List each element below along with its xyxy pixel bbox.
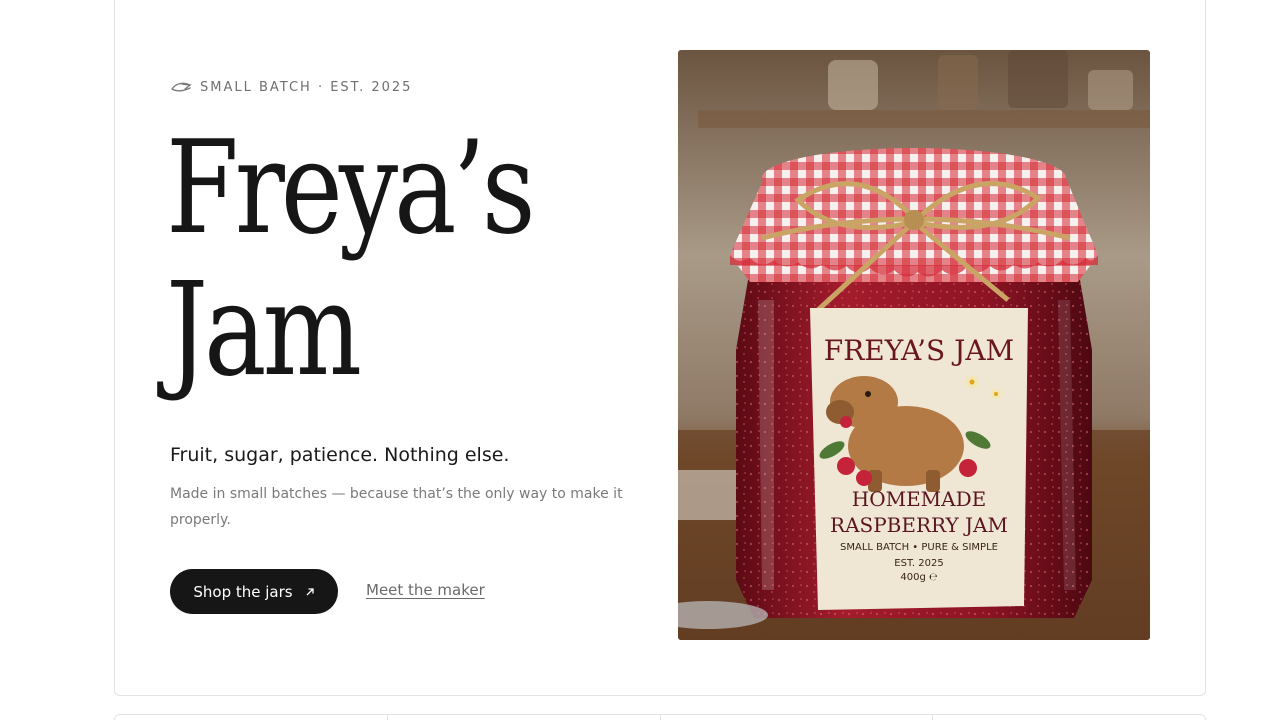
tagline: Fruit, sugar, patience. Nothing else. [170,444,510,466]
label-line-2: RASPBERRY JAM [830,513,1008,537]
title-line-1: Freya’s [166,114,536,263]
feature-cell [661,715,934,720]
feature-strip [114,714,1206,720]
product-photo: FREYA’S JAM HOMEMADE RASPBERRY JAM SMALL… [678,50,1150,640]
label-line-5: 400g ℮ [900,572,937,583]
feature-cell [933,715,1205,720]
description: Made in small batches — because that’s t… [170,486,623,528]
meet-the-maker-link[interactable]: Meet the maker [366,581,485,599]
arrow-up-right-icon [305,587,315,597]
shop-button-label: Shop the jars [193,582,293,601]
label-title: FREYA’S JAM [824,334,1014,367]
feature-cell [115,715,388,720]
eyebrow: SMALL BATCH · EST. 2025 [170,78,412,96]
label-line-3: SMALL BATCH • PURE & SIMPLE [840,542,998,553]
title-line-2: Jam [166,256,362,405]
label-line-4: EST. 2025 [894,558,943,569]
page-title: Freya’s Jam [166,114,536,405]
shop-the-jars-button[interactable]: Shop the jars [170,569,338,614]
label-line-1: HOMEMADE [852,487,986,511]
feature-cell [388,715,661,720]
leaf-arrow-icon [170,80,192,94]
eyebrow-text: SMALL BATCH · EST. 2025 [200,79,413,95]
